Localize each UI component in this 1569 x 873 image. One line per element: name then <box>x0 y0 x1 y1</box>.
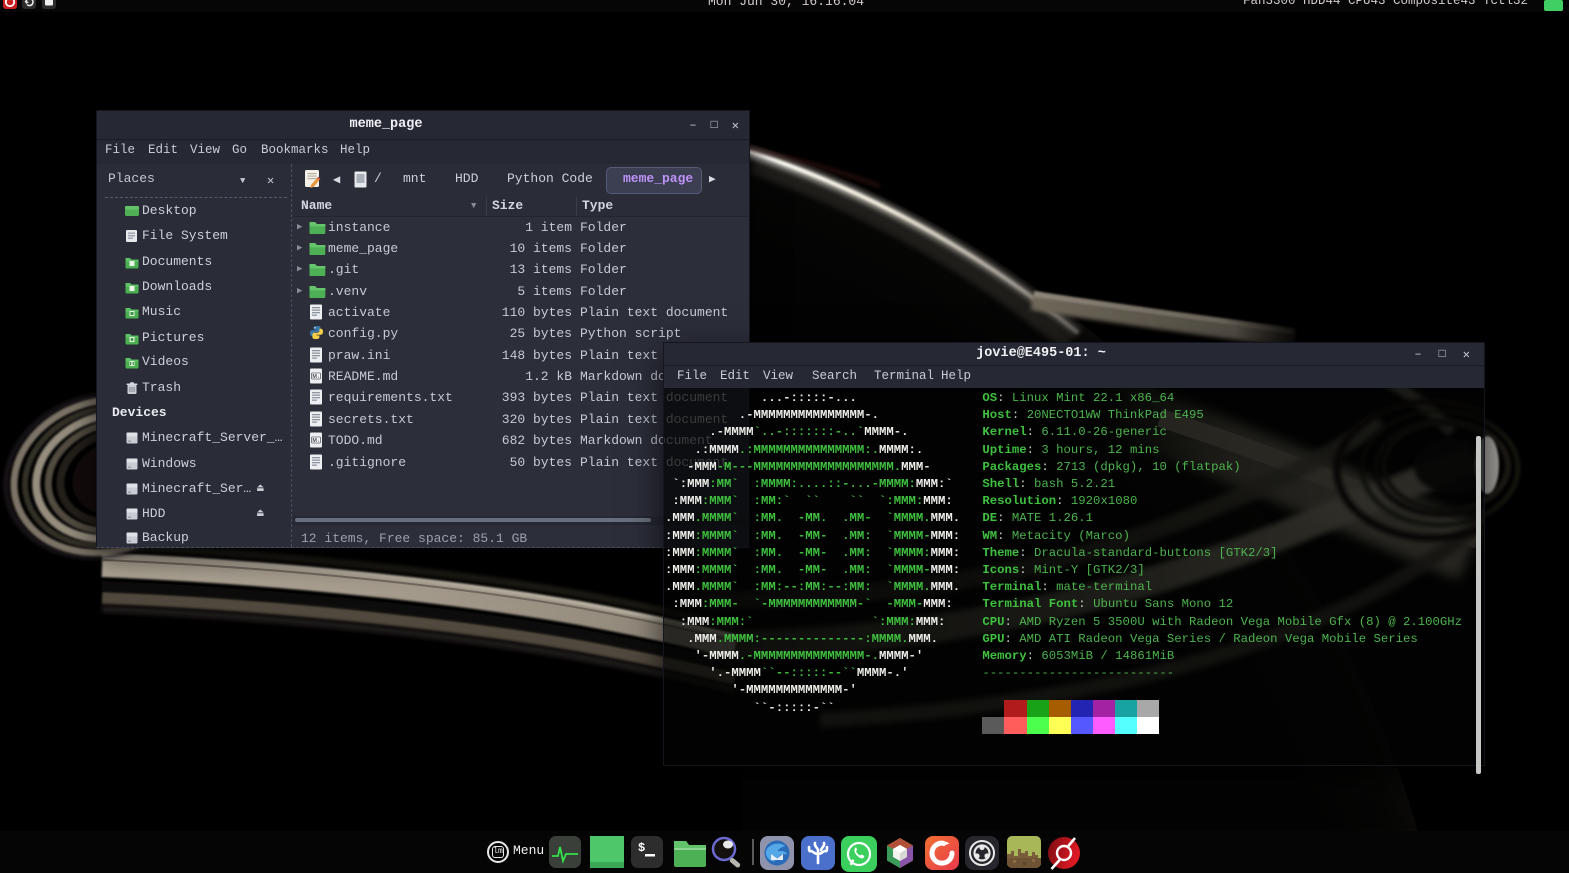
svg-text:$: $ <box>638 841 645 855</box>
svg-text:M↓: M↓ <box>312 374 320 380</box>
svg-text:M↓: M↓ <box>312 438 320 444</box>
